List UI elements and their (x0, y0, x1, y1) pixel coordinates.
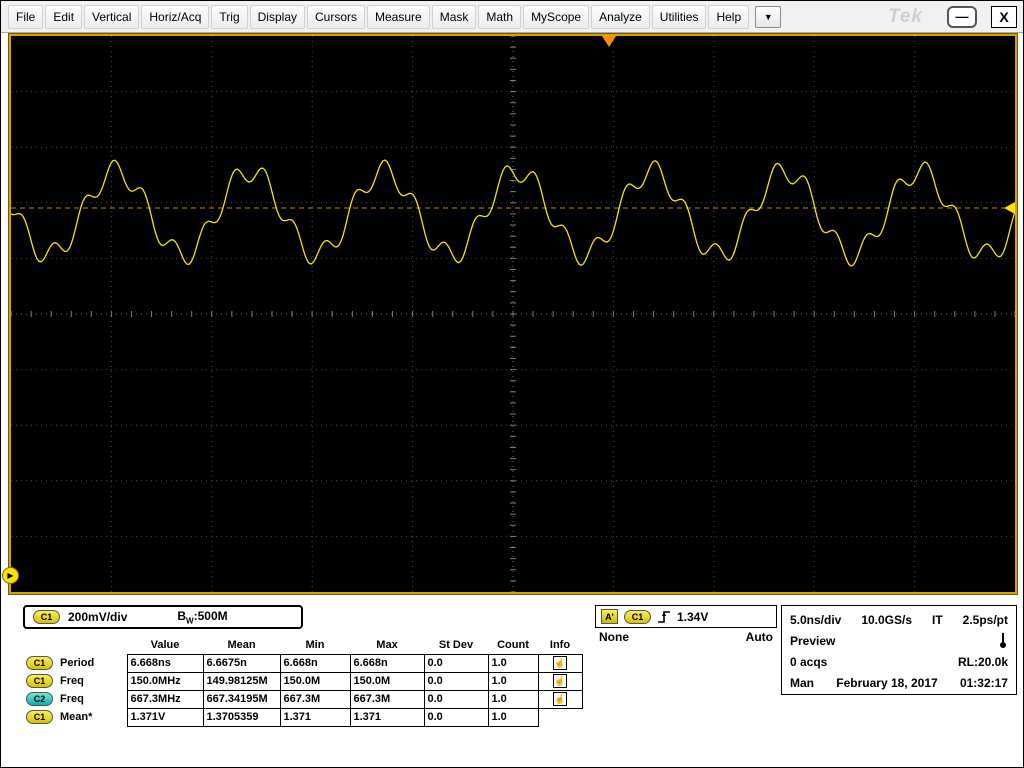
acq-status: Preview (790, 633, 836, 648)
acquisition-readout: 5.0ns/div 10.0GS/s IT 2.5ps/pt Preview 0… (781, 605, 1017, 695)
menu-dropdown-button[interactable]: ▼ (755, 5, 782, 28)
record-length: RL:20.0k (957, 654, 1008, 669)
trigger-holdoff: None (599, 630, 629, 644)
col-count: Count (488, 637, 538, 654)
trigger-mode: Auto (745, 630, 773, 644)
table-row-mean: C1 Mean* 1.371V 1.3705359 1.371 1.371 0.0… (23, 707, 582, 727)
resolution: 2.5ps/pt (962, 612, 1008, 627)
trigger-source-badge[interactable]: C1 (624, 609, 651, 624)
timebase: 5.0ns/div (790, 612, 842, 627)
ch1-scale: 200mV/div (68, 610, 128, 624)
col-info: Info (538, 637, 582, 654)
info-icon[interactable]: ☝ (553, 692, 567, 706)
col-max: Max (350, 637, 424, 654)
measurement-table: Value Mean Min Max St Dev Count Info C1 P… (23, 637, 583, 727)
menu-bar: File Edit Vertical Horiz/Acq Trig Displa… (1, 1, 1023, 33)
menu-edit[interactable]: Edit (45, 4, 83, 29)
trigger-a-badge[interactable]: A' (601, 609, 618, 624)
tek-logo: Tek (887, 5, 923, 27)
time-readout: 01:32:17 (959, 675, 1008, 690)
col-value: Value (127, 637, 203, 654)
rising-edge-icon (658, 610, 670, 623)
channel-badge[interactable]: C2 (26, 692, 53, 706)
trigger-position-marker[interactable] (602, 36, 616, 47)
run-mode: Man (790, 675, 814, 690)
ch1-waveform-trace (11, 159, 1015, 267)
measurement-header-row: Value Mean Min Max St Dev Count Info (23, 637, 582, 654)
measurement-name: Freq (60, 693, 84, 705)
sample-rate: 10.0GS/s (861, 612, 913, 627)
graticule-grid (11, 36, 1015, 592)
oscilloscope-window: File Edit Vertical Horiz/Acq Trig Displa… (0, 0, 1024, 768)
waveform-display: ▶ (2, 34, 1017, 594)
ch1-badge[interactable]: C1 (33, 610, 60, 624)
info-icon[interactable]: ☝ (553, 674, 567, 688)
menu-help[interactable]: Help (708, 4, 750, 29)
col-stdev: St Dev (424, 637, 488, 654)
measurement-name: Mean* (60, 711, 93, 723)
menu-mask[interactable]: Mask (431, 4, 477, 29)
menu-display[interactable]: Display (249, 4, 305, 29)
acq-count: 0 acqs (790, 654, 828, 669)
channel-badge[interactable]: C1 (26, 674, 53, 688)
col-mean: Mean (203, 637, 280, 654)
table-row-period: C1 Period 6.668ns 6.6675n 6.668n 6.668n 0… (23, 653, 583, 673)
ch1-vertical-readout[interactable]: C1 200mV/div BW:500M (23, 605, 303, 629)
close-button[interactable]: X (991, 5, 1017, 28)
channel-badge[interactable]: C1 (26, 656, 53, 670)
menu-math[interactable]: Math (478, 4, 522, 29)
graticule-and-trace (11, 36, 1015, 592)
menu-trig[interactable]: Trig (211, 4, 248, 29)
table-row-freq-c1: C1 Freq 150.0MHz 149.98125M 150.0M 150.0M… (23, 671, 583, 691)
menu-analyze[interactable]: Analyze (591, 4, 650, 29)
date-readout: February 18, 2017 (836, 675, 938, 690)
table-row-freq-c2: C2 Freq 667.3MHz 667.34195M 667.3M 667.3M… (23, 689, 583, 709)
menu-horiz-acq[interactable]: Horiz/Acq (141, 4, 210, 29)
menu-cursors[interactable]: Cursors (307, 4, 366, 29)
info-icon[interactable]: ☝ (553, 656, 567, 670)
ch1-bandwidth: BW:500M (177, 608, 228, 626)
menu-measure[interactable]: Measure (367, 4, 430, 29)
measurement-name: Period (60, 657, 95, 669)
trigger-mode-row: None Auto (595, 630, 777, 644)
menu-file[interactable]: File (8, 4, 44, 29)
trigger-readout[interactable]: A' C1 1.34V (595, 605, 777, 628)
trigger-level-arrow[interactable] (1004, 202, 1015, 214)
col-min: Min (280, 637, 350, 654)
menu-myscope[interactable]: MyScope (523, 4, 590, 29)
position-pin-icon (998, 632, 1008, 649)
trigger-level-value: 1.34V (677, 609, 709, 624)
minimize-button[interactable]: — (947, 5, 977, 28)
measurement-name: Freq (60, 675, 84, 687)
acq-mode: IT (932, 612, 943, 627)
channel-badge[interactable]: C1 (26, 710, 53, 724)
menu-utilities[interactable]: Utilities (651, 4, 707, 29)
ch1-ground-marker[interactable]: ▶ (2, 567, 19, 584)
menu-vertical[interactable]: Vertical (84, 4, 140, 29)
